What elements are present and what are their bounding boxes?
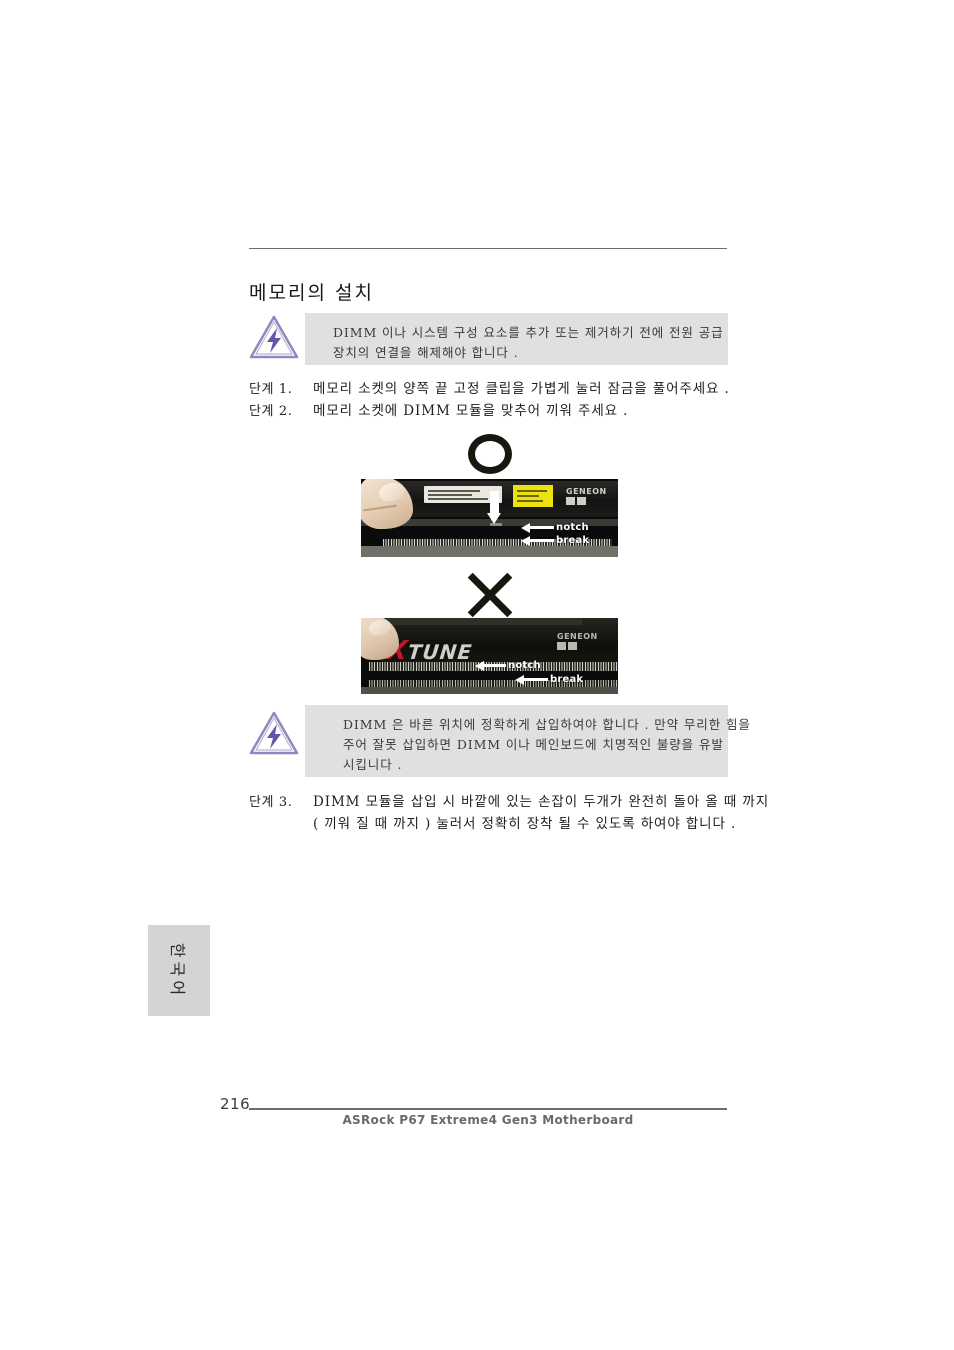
step-2: 단계 2. 메모리 소켓에 DIMM 모듈을 맞추어 끼워 주세요 . bbox=[249, 400, 628, 422]
dimm-brand-text: GENEON bbox=[566, 487, 607, 496]
circle-ok-mark-icon bbox=[468, 434, 512, 474]
arrow-head-icon bbox=[521, 535, 530, 546]
language-side-tab: 한국어 bbox=[148, 925, 210, 1016]
warning-note-2-box: DIMM 은 바른 위치에 정확하게 삽입하여야 합니다 . 만약 무리한 힘을… bbox=[305, 705, 751, 777]
arrow-head-icon bbox=[521, 522, 530, 533]
dimm-yellow-label bbox=[513, 485, 553, 507]
note-line: 주어 잘못 삽입하면 DIMM 이나 메인보드에 치명적인 불량을 유발 bbox=[343, 737, 724, 752]
dimm-brand-text: GENEON bbox=[557, 632, 598, 641]
document-page: 메모리의 설치 DIMM 이나 시스템 구성 요소를 추가 또는 제거하기 전에… bbox=[0, 0, 954, 1350]
cross-no-mark-icon bbox=[468, 574, 512, 616]
page-title: 메모리의 설치 bbox=[249, 282, 374, 304]
arrow-line bbox=[524, 678, 548, 681]
step-3-label: 단계 3. bbox=[249, 795, 293, 810]
footer-product-name: ASRock P67 Extreme4 Gen3 Motherboard bbox=[342, 1113, 634, 1127]
callout-label: notch bbox=[556, 522, 589, 533]
figure-incorrect-dimm-insertion: XTUNE GENEON notch break bbox=[361, 618, 618, 694]
footer-rule bbox=[249, 1108, 727, 1110]
callout-notch: notch bbox=[475, 660, 541, 671]
step-3-text-line-1: DIMM 모듈을 삽입 시 바깥에 있는 손잡이 두개가 완전히 돌아 올 때 … bbox=[313, 794, 770, 810]
arrow-line bbox=[530, 539, 554, 542]
note-line: DIMM 은 바른 위치에 정확하게 삽입하여야 합니다 . 만약 무리한 힘을 bbox=[343, 717, 751, 732]
motherboard-base bbox=[361, 546, 618, 557]
dimm-logo-rest: TUNE bbox=[406, 640, 474, 664]
callout-label: notch bbox=[508, 660, 541, 671]
callout-break: break bbox=[515, 674, 583, 685]
warning-triangle-lightning-icon bbox=[248, 709, 300, 757]
step-1-text: 메모리 소켓의 양쪽 끝 고정 클립을 가볍게 눌러 잠금을 풀어주세요 . bbox=[313, 381, 730, 397]
arrow-line bbox=[484, 664, 506, 667]
step-3: 단계 3. DIMM 모듈을 삽입 시 바깥에 있는 손잡이 두개가 완전히 돌… bbox=[249, 791, 769, 835]
dimm-brand-square-icon bbox=[568, 642, 577, 650]
arrow-head-icon bbox=[475, 660, 484, 671]
step-2-text: 메모리 소켓에 DIMM 모듈을 맞추어 끼워 주세요 . bbox=[313, 403, 629, 419]
step-1: 단계 1. 메모리 소켓의 양쪽 끝 고정 클립을 가볍게 눌러 잠금을 풀어주… bbox=[249, 378, 730, 400]
figure-correct-dimm-insertion: GENEON notch break bbox=[361, 479, 618, 557]
language-side-tab-label: 한국어 bbox=[168, 942, 187, 999]
callout-label: break bbox=[556, 535, 590, 546]
step-1-label: 단계 1. bbox=[249, 382, 293, 397]
warning-triangle-lightning-icon bbox=[248, 313, 300, 361]
callout-break: break bbox=[521, 535, 589, 546]
motherboard-base bbox=[361, 687, 618, 694]
arrow-head-icon bbox=[515, 674, 524, 685]
dimm-heatspreader-top bbox=[387, 618, 582, 625]
page-number: 216 bbox=[220, 1095, 251, 1113]
dimm-brand-square-icon bbox=[566, 497, 575, 505]
note-line: 장치의 연결을 해제해야 합니다 . bbox=[333, 345, 519, 360]
callout-label: break bbox=[550, 674, 584, 685]
note-line: 시킵니다 . bbox=[343, 757, 403, 772]
dimm-brand-square-icon bbox=[557, 642, 566, 650]
note-line: DIMM 이나 시스템 구성 요소를 추가 또는 제거하기 전에 전원 공급 bbox=[333, 325, 724, 340]
header-rule bbox=[249, 248, 727, 249]
callout-notch: notch bbox=[521, 522, 589, 533]
step-3-text-line-2: ( 끼워 질 때 까지 ) 눌러서 정확히 장착 될 수 있도록 하여야 합니다… bbox=[313, 816, 737, 832]
warning-note-1: DIMM 이나 시스템 구성 요소를 추가 또는 제거하기 전에 전원 공급 장… bbox=[248, 313, 728, 369]
warning-note-2: DIMM 은 바른 위치에 정확하게 삽입하여야 합니다 . 만약 무리한 힘을… bbox=[248, 705, 751, 781]
arrow-line bbox=[530, 526, 554, 529]
dimm-brand-square-icon bbox=[577, 497, 586, 505]
step-2-label: 단계 2. bbox=[249, 404, 293, 419]
warning-note-1-box: DIMM 이나 시스템 구성 요소를 추가 또는 제거하기 전에 전원 공급 장… bbox=[305, 313, 728, 365]
